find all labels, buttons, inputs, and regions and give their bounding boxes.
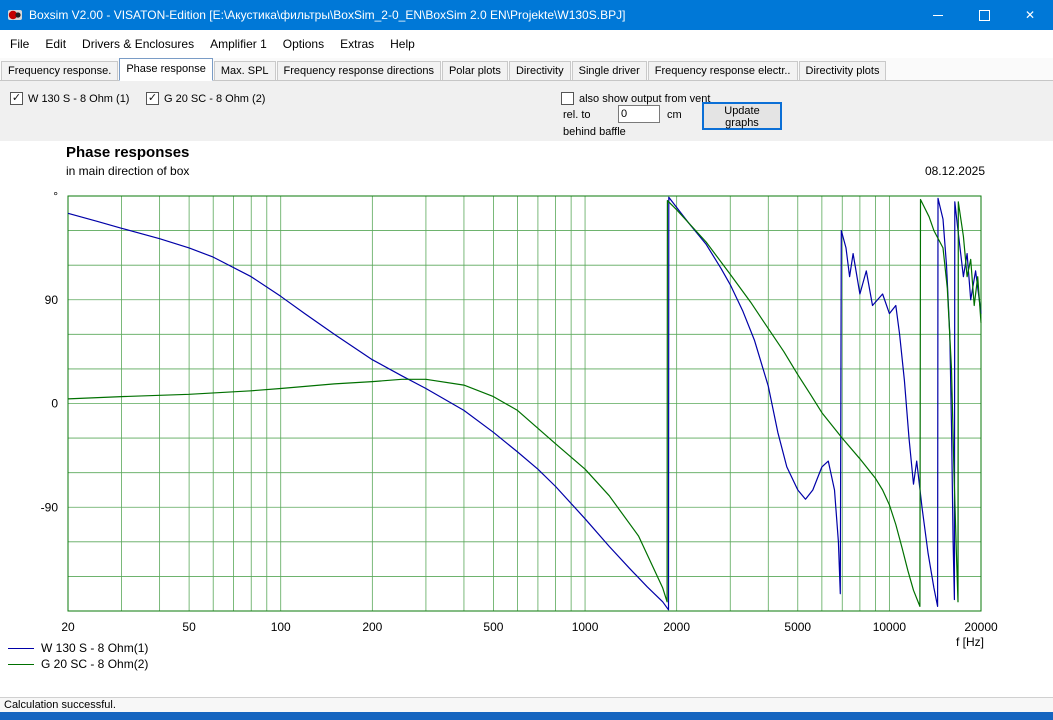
driver2-checkbox-box: ✓ xyxy=(146,92,159,105)
close-icon: ✕ xyxy=(1024,8,1036,22)
driver2-checkbox-label: G 20 SC - 8 Ohm (2) xyxy=(164,92,266,105)
app-icon xyxy=(7,7,23,23)
status-bar: Calculation successful. xyxy=(0,697,1053,712)
window-controls: ✕ xyxy=(915,0,1053,30)
chart-panel: 20 50 100 200 500 1000 2000 5000 10000 20000 ° 90 0 -… xyxy=(0,141,1053,697)
svg-text:20000: 20000 xyxy=(964,620,998,634)
svg-text:50: 50 xyxy=(182,620,196,634)
legend-label: G 20 SC - 8 Ohm(2) xyxy=(41,657,149,671)
tab-directivity-plots[interactable]: Directivity plots xyxy=(798,61,887,80)
menu-item-help[interactable]: Help xyxy=(382,31,423,58)
tab-max-spl[interactable]: Max. SPL xyxy=(213,61,276,80)
update-graphs-button[interactable]: Update graphs xyxy=(702,102,782,130)
legend-line xyxy=(8,647,34,649)
svg-text:500: 500 xyxy=(483,620,503,634)
legend-label: W 130 S - 8 Ohm(1) xyxy=(41,641,149,655)
svg-text:100: 100 xyxy=(271,620,291,634)
menu-item-drivers-enclosures[interactable]: Drivers & Enclosures xyxy=(74,31,202,58)
menu-bar: File Edit Drivers & Enclosures Amplifier 1O… xyxy=(0,30,1053,59)
rel-to-input[interactable] xyxy=(618,105,660,123)
legend-item-w-130-s-8-ohm-1: W 130 S - 8 Ohm(1) xyxy=(8,640,148,656)
vent-output-checkbox[interactable]: also show output from vent xyxy=(561,92,710,105)
status-text: Calculation successful. xyxy=(4,699,116,711)
svg-text:10000: 10000 xyxy=(873,620,907,634)
chart-date: 08.12.2025 xyxy=(924,164,985,178)
tab-frequency-response[interactable]: Frequency response. xyxy=(1,61,119,80)
menu-item-file[interactable]: File xyxy=(2,31,37,58)
menu-item-extras[interactable]: Extras xyxy=(332,31,382,58)
y-tick-labels: ° 90 0 -90 xyxy=(41,189,59,514)
tab-polar-plots[interactable]: Polar plots xyxy=(441,61,508,80)
taskbar-strip xyxy=(0,712,1053,720)
app-window: Boxsim V2.00 - VISATON-Edition [E:\Акуст… xyxy=(0,0,1053,720)
minimize-button[interactable] xyxy=(915,0,961,30)
window-title: Boxsim V2.00 - VISATON-Edition [E:\Акуст… xyxy=(29,8,626,22)
svg-text:5000: 5000 xyxy=(784,620,811,634)
close-button[interactable]: ✕ xyxy=(1007,0,1053,30)
phase-plot: 20 50 100 200 500 1000 2000 5000 10000 20000 ° 90 0 -… xyxy=(41,189,998,634)
vent-output-checkbox-label: also show output from vent xyxy=(579,92,711,105)
driver1-checkbox-label: W 130 S - 8 Ohm (1) xyxy=(28,92,130,105)
rel-to-label: rel. to xyxy=(563,109,591,121)
menu-item-amplifier-1[interactable]: Amplifier 1 xyxy=(202,31,275,58)
vent-output-checkbox-box xyxy=(561,92,574,105)
svg-text:2000: 2000 xyxy=(663,620,690,634)
driver1-checkbox[interactable]: ✓ W 130 S - 8 Ohm (1) xyxy=(10,92,129,105)
tab-phase-response[interactable]: Phase response xyxy=(119,58,213,81)
controls-panel: ✓ W 130 S - 8 Ohm (1) ✓ G 20 SC - 8 Ohm … xyxy=(0,81,1053,142)
minimize-icon xyxy=(933,14,943,16)
tab-single-driver[interactable]: Single driver xyxy=(571,61,647,80)
behind-baffle-label: behind baffle xyxy=(563,126,626,138)
chart-subtitle: in main direction of box xyxy=(66,164,190,178)
svg-text:°: ° xyxy=(53,189,58,203)
legend: W 130 S - 8 Ohm(1) G 20 SC - 8 Ohm(2) xyxy=(8,640,148,672)
tab-frequency-response-electr[interactable]: Frequency response electr.. xyxy=(647,61,798,80)
title-bar: Boxsim V2.00 - VISATON-Edition [E:\Акуст… xyxy=(0,0,1053,30)
menu-item-edit[interactable]: Edit xyxy=(37,31,74,58)
x-axis-unit-label: f [Hz] xyxy=(956,635,985,649)
legend-item-g-20-sc-8-ohm-2: G 20 SC - 8 Ohm(2) xyxy=(8,656,148,672)
cm-unit-label: cm xyxy=(667,109,682,121)
svg-text:20: 20 xyxy=(61,620,75,634)
legend-line xyxy=(8,663,34,665)
svg-text:0: 0 xyxy=(51,397,58,411)
curve-g-20-sc-8-ohm-2 xyxy=(67,198,982,607)
tab-frequency-response-directions[interactable]: Frequency response directions xyxy=(276,61,441,80)
svg-text:-90: -90 xyxy=(41,500,59,514)
svg-text:1000: 1000 xyxy=(572,620,599,634)
maximize-button[interactable] xyxy=(961,0,1007,30)
chart-title: Phase responses xyxy=(66,144,190,161)
maximize-icon xyxy=(978,9,990,21)
svg-text:90: 90 xyxy=(45,293,59,307)
tab-directivity[interactable]: Directivity xyxy=(508,61,571,80)
x-tick-labels: 20 50 100 200 500 1000 2000 5000 10000 20000 xyxy=(61,620,998,634)
driver1-checkbox-box: ✓ xyxy=(10,92,23,105)
driver2-checkbox[interactable]: ✓ G 20 SC - 8 Ohm (2) xyxy=(146,92,265,105)
menu-item-options[interactable]: Options xyxy=(275,31,332,58)
grid-lines xyxy=(68,196,981,611)
tab-bar: Frequency response. Phase response Max. SP… xyxy=(0,58,1053,81)
svg-text:200: 200 xyxy=(362,620,382,634)
